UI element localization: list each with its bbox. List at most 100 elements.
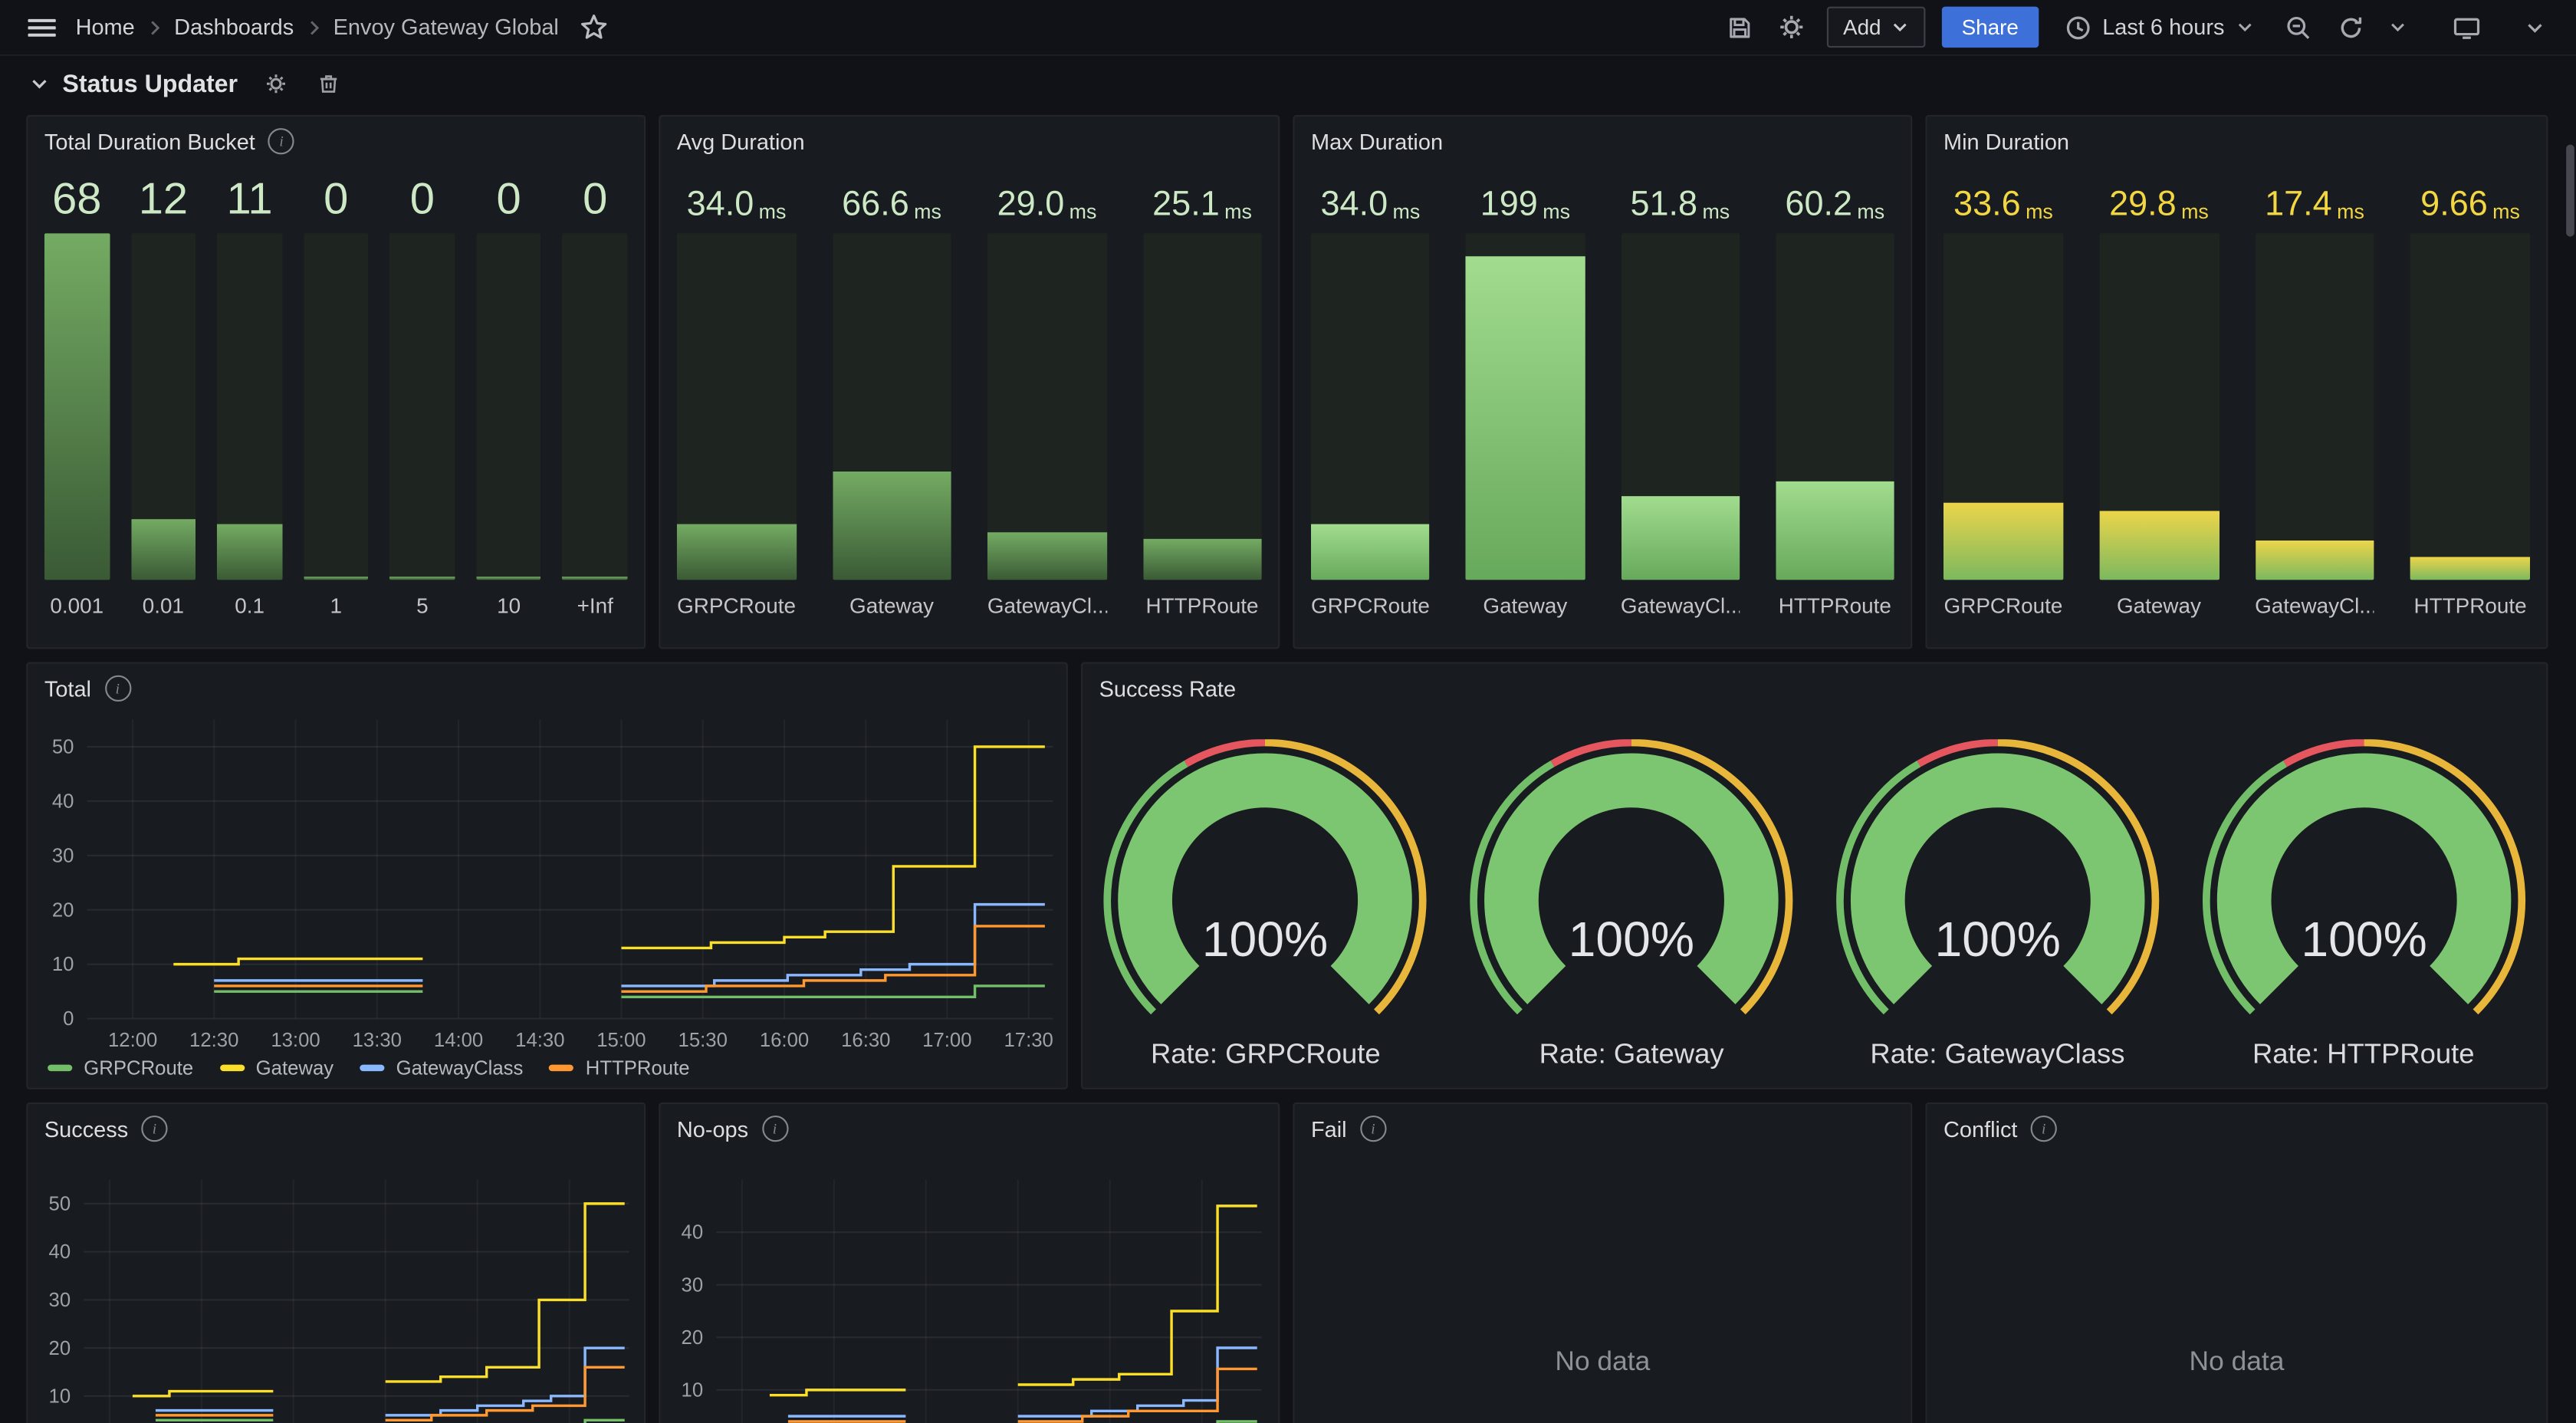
- bar-gauge-chart: 34.0msGRPCRoute66.6msGateway29.0msGatewa…: [677, 166, 1262, 624]
- add-button[interactable]: Add: [1827, 7, 1926, 48]
- menu-button[interactable]: [23, 9, 59, 45]
- panel-header[interactable]: Success i: [28, 1104, 644, 1153]
- bar-gauge-category-label: HTTPRoute: [2410, 591, 2530, 624]
- legend-item[interactable]: GRPCRoute: [48, 1057, 193, 1080]
- panel-header[interactable]: Min Duration: [1927, 117, 2547, 166]
- refresh-interval-dropdown[interactable]: [2385, 9, 2408, 45]
- legend-label: Gateway: [256, 1057, 334, 1080]
- svg-text:20: 20: [52, 899, 74, 921]
- bar-gauge-value: 34.0ms: [677, 166, 796, 233]
- chevron-right-icon: [304, 18, 324, 38]
- save-dashboard-button[interactable]: [1721, 9, 1757, 45]
- info-icon[interactable]: i: [1360, 1116, 1386, 1142]
- panel-header[interactable]: Max Duration: [1295, 117, 1911, 166]
- bar-gauge-category-label: HTTPRoute: [1776, 591, 1894, 624]
- zoom-out-button[interactable]: [2280, 9, 2316, 45]
- panel-title: Success Rate: [1099, 676, 1236, 701]
- legend-item[interactable]: HTTPRoute: [550, 1057, 690, 1080]
- bar-gauge-category-label: 1: [304, 591, 369, 624]
- bar-gauge-category-label: GRPCRoute: [1311, 591, 1430, 624]
- scrollbar-thumb[interactable]: [2566, 145, 2574, 237]
- info-icon[interactable]: i: [2031, 1116, 2057, 1142]
- bar-gauge-column: 33.6msGRPCRoute: [1944, 166, 2063, 624]
- gauge-label: Rate: GatewayClass: [1870, 1038, 2124, 1071]
- svg-text:30: 30: [682, 1274, 704, 1296]
- panel-header[interactable]: No-ops i: [660, 1104, 1278, 1153]
- chevron-right-icon: [145, 18, 165, 38]
- bar-gauge-column: 199msGateway: [1466, 166, 1585, 624]
- bar-gauge-fill: [476, 577, 541, 580]
- bar-gauge-fill: [2255, 540, 2374, 580]
- legend-item[interactable]: GatewayClass: [360, 1057, 523, 1080]
- info-icon[interactable]: i: [104, 675, 130, 702]
- svg-text:15:00: 15:00: [596, 1030, 646, 1051]
- chevron-down-icon: [2388, 18, 2407, 37]
- gauge: 100% Rate: GatewayClass: [1815, 720, 2180, 1088]
- info-icon[interactable]: i: [268, 128, 294, 154]
- bar-gauge-category-label: 0.001: [44, 591, 110, 624]
- svg-text:50: 50: [49, 1193, 71, 1214]
- panel-header[interactable]: Success Rate: [1083, 664, 2546, 713]
- panel-success-rate: Success Rate 100%Rate: GRPCRoute 100% Rate…: [1081, 662, 2548, 1089]
- bar-gauge-column: 34.0msGRPCRoute: [1311, 166, 1430, 624]
- add-button-label: Add: [1843, 15, 1881, 39]
- bar-gauge-value: 29.0ms: [987, 166, 1106, 233]
- legend-item[interactable]: Gateway: [220, 1057, 334, 1080]
- gauge: 100%Rate: GRPCRoute: [1083, 720, 1448, 1088]
- bar-gauge-fill: [987, 533, 1106, 580]
- panel-header[interactable]: Total Duration Bucket i: [28, 117, 644, 166]
- panel-header[interactable]: Avg Duration: [660, 117, 1278, 166]
- no-data-message: No data: [1927, 1347, 2547, 1379]
- bar-gauge-category-label: Gateway: [832, 591, 951, 624]
- panel-header[interactable]: Conflict i: [1927, 1104, 2547, 1153]
- panel-title: Min Duration: [1944, 129, 2069, 153]
- collapse-controls-button[interactable]: [2517, 9, 2553, 45]
- bar-gauge-fill: [131, 519, 196, 580]
- chart-legend: GRPCRoute Gateway GatewayClass HTTPRoute: [48, 1057, 689, 1080]
- bar-gauge-track: [131, 233, 196, 580]
- bar-gauge-category-label: GatewayCl...: [987, 591, 1106, 624]
- bar-gauge-track: [1776, 233, 1894, 580]
- no-data-message: No data: [1295, 1347, 1911, 1379]
- bar-gauge-column: 01: [304, 166, 369, 624]
- gauge-arc: 100%: [1823, 739, 2171, 1018]
- panel-title: Total: [44, 676, 91, 701]
- row-collapse-toggle[interactable]: Status Updater: [30, 70, 238, 97]
- time-range-picker[interactable]: Last 6 hours: [2055, 7, 2264, 48]
- bar-gauge-track: [677, 233, 796, 580]
- row-settings-button[interactable]: [261, 69, 291, 99]
- star-icon: [580, 13, 607, 41]
- favorite-star-button[interactable]: [575, 9, 611, 45]
- dashboard-row-header: Status Updater: [0, 59, 2576, 108]
- bar-gauge-fill: [44, 233, 110, 580]
- bar-gauge-value: 60.2ms: [1776, 166, 1894, 233]
- info-icon[interactable]: i: [761, 1116, 787, 1142]
- gauge-chart: 100%Rate: GRPCRoute100%Rate: Gateway100%…: [1083, 720, 2546, 1088]
- bar-gauge-value: 25.1ms: [1142, 166, 1261, 233]
- breadcrumb-home[interactable]: Home: [76, 15, 135, 39]
- bar-gauge-category-label: Gateway: [1466, 591, 1585, 624]
- share-button[interactable]: Share: [1942, 7, 2039, 48]
- bar-gauge-category-label: GatewayCl...: [1621, 591, 1740, 624]
- breadcrumb: Home Dashboards Envoy Gateway Global: [76, 15, 559, 39]
- chevron-down-icon: [30, 74, 50, 94]
- svg-text:20: 20: [682, 1327, 704, 1349]
- info-icon[interactable]: i: [141, 1116, 167, 1142]
- panel-header[interactable]: Fail i: [1295, 1104, 1911, 1153]
- bar-gauge-value: 0: [304, 166, 369, 233]
- bar-gauge-column: 29.8msGateway: [2099, 166, 2219, 624]
- dashboard-settings-button[interactable]: [1774, 9, 1810, 45]
- grafana-dashboard: Home Dashboards Envoy Gateway Global Add…: [0, 0, 2576, 1423]
- bar-gauge-track: [1142, 233, 1261, 580]
- breadcrumb-dashboards[interactable]: Dashboards: [174, 15, 294, 39]
- bar-gauge-track: [476, 233, 541, 580]
- chevron-down-icon: [1891, 18, 1909, 37]
- kiosk-mode-button[interactable]: [2448, 9, 2484, 45]
- panel-title: Success: [44, 1116, 128, 1141]
- row-delete-button[interactable]: [314, 69, 343, 99]
- svg-text:10: 10: [52, 954, 74, 975]
- panel-header[interactable]: Total i: [28, 664, 1066, 713]
- bar-gauge-fill: [2410, 557, 2530, 580]
- refresh-button[interactable]: [2333, 9, 2369, 45]
- svg-text:16:30: 16:30: [841, 1030, 890, 1051]
